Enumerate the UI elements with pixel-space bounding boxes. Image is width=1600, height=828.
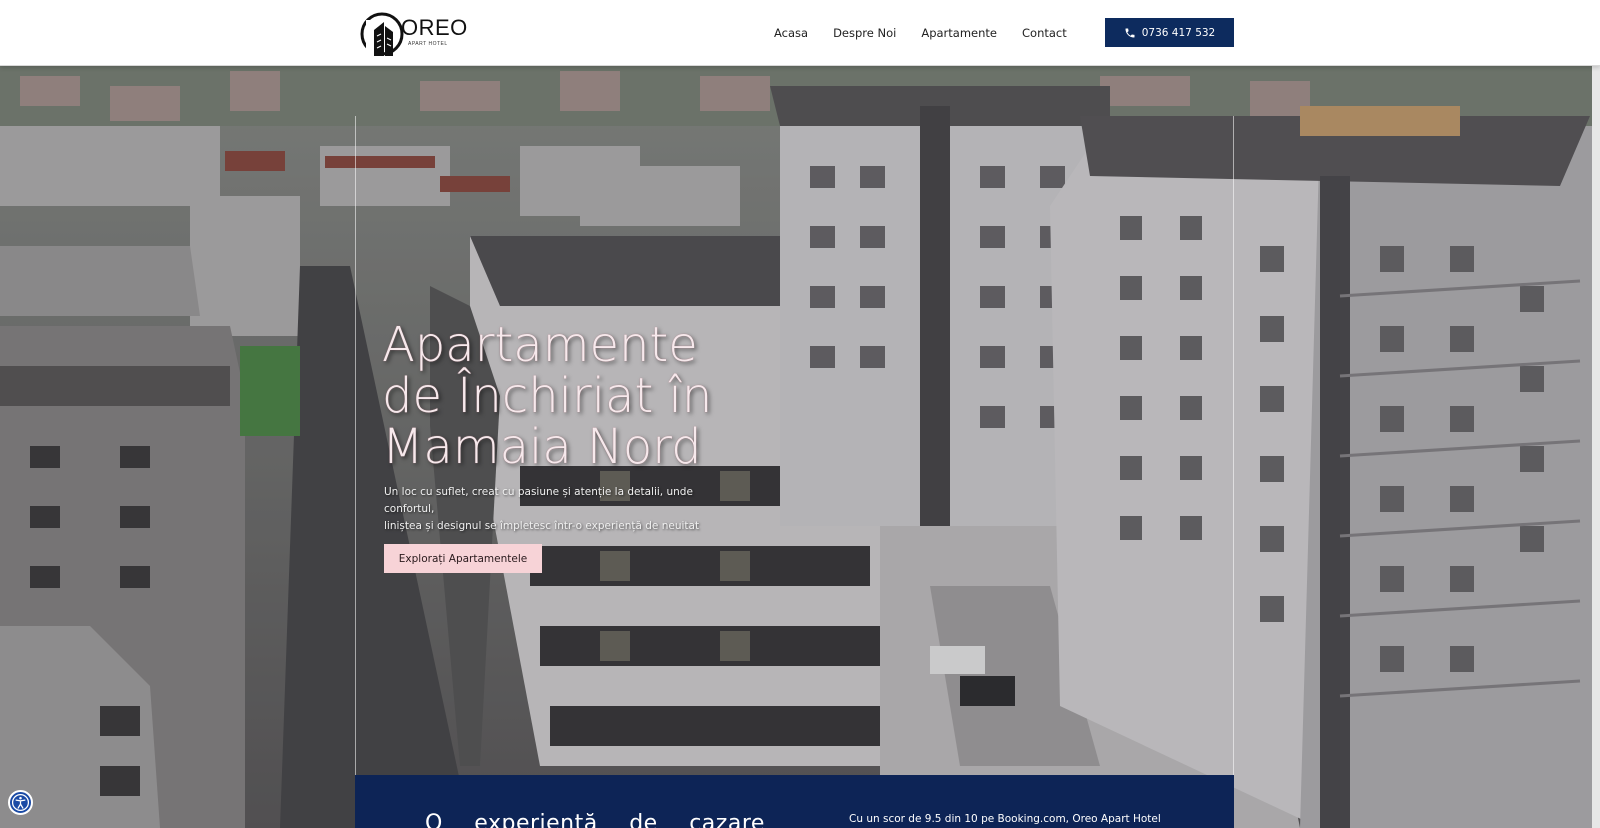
main-nav: Acasa Despre Noi Apartamente Contact	[774, 0, 1092, 66]
site-header: OREO APART HOTEL Acasa Despre Noi Aparta…	[0, 0, 1600, 66]
nav-apartamente[interactable]: Apartamente	[921, 26, 997, 40]
phone-button[interactable]: 0736 417 532	[1105, 18, 1234, 47]
hero-subtitle-line1: Un loc cu suflet, creat cu pasiune și at…	[384, 486, 693, 515]
score-suffix: , Oreo Apart Hotel	[1065, 813, 1161, 825]
guide-line-left	[355, 116, 356, 828]
logo[interactable]: OREO APART HOTEL	[360, 8, 467, 58]
hero-subtitle: Un loc cu suflet, creat cu pasiune și at…	[384, 484, 744, 535]
guide-line-right	[1233, 116, 1234, 828]
hero-title-line3: Mamaia Nord	[382, 419, 702, 475]
phone-icon	[1124, 27, 1136, 39]
hero-section: Apartamente de Închiriat în Mamaia Nord …	[0, 66, 1592, 828]
panel-score-text: Cu un scor de 9.5 din 10 pe Booking.com,…	[849, 813, 1161, 825]
hero-title: Apartamente de Închiriat în Mamaia Nord	[382, 320, 802, 473]
phone-number: 0736 417 532	[1141, 26, 1216, 39]
experience-panel: O experiență de cazare Cu un scor de 9.5…	[355, 775, 1234, 828]
hero-subtitle-line2: liniștea și designul se împletesc într-o…	[384, 520, 700, 532]
logo-subtitle: APART HOTEL	[408, 41, 448, 47]
nav-contact[interactable]: Contact	[1022, 26, 1067, 40]
logo-name: OREO	[401, 15, 468, 40]
nav-despre-noi[interactable]: Despre Noi	[833, 26, 896, 40]
hero-title-line1: Apartamente	[382, 317, 698, 373]
building-logo-icon	[360, 12, 404, 56]
panel-heading: O experiență de cazare	[425, 811, 765, 828]
nav-acasa[interactable]: Acasa	[774, 26, 808, 40]
hero-title-line2: de Închiriat în	[382, 368, 713, 424]
score-value: 9.5 din 10 pe Booking.com	[924, 813, 1066, 825]
score-prefix: Cu un scor de	[849, 813, 925, 825]
accessibility-button[interactable]	[8, 790, 33, 815]
accessibility-icon	[11, 793, 30, 812]
explore-apartments-button[interactable]: Explorați Apartamentele	[384, 544, 542, 573]
page-scrollbar[interactable]	[1592, 66, 1600, 828]
